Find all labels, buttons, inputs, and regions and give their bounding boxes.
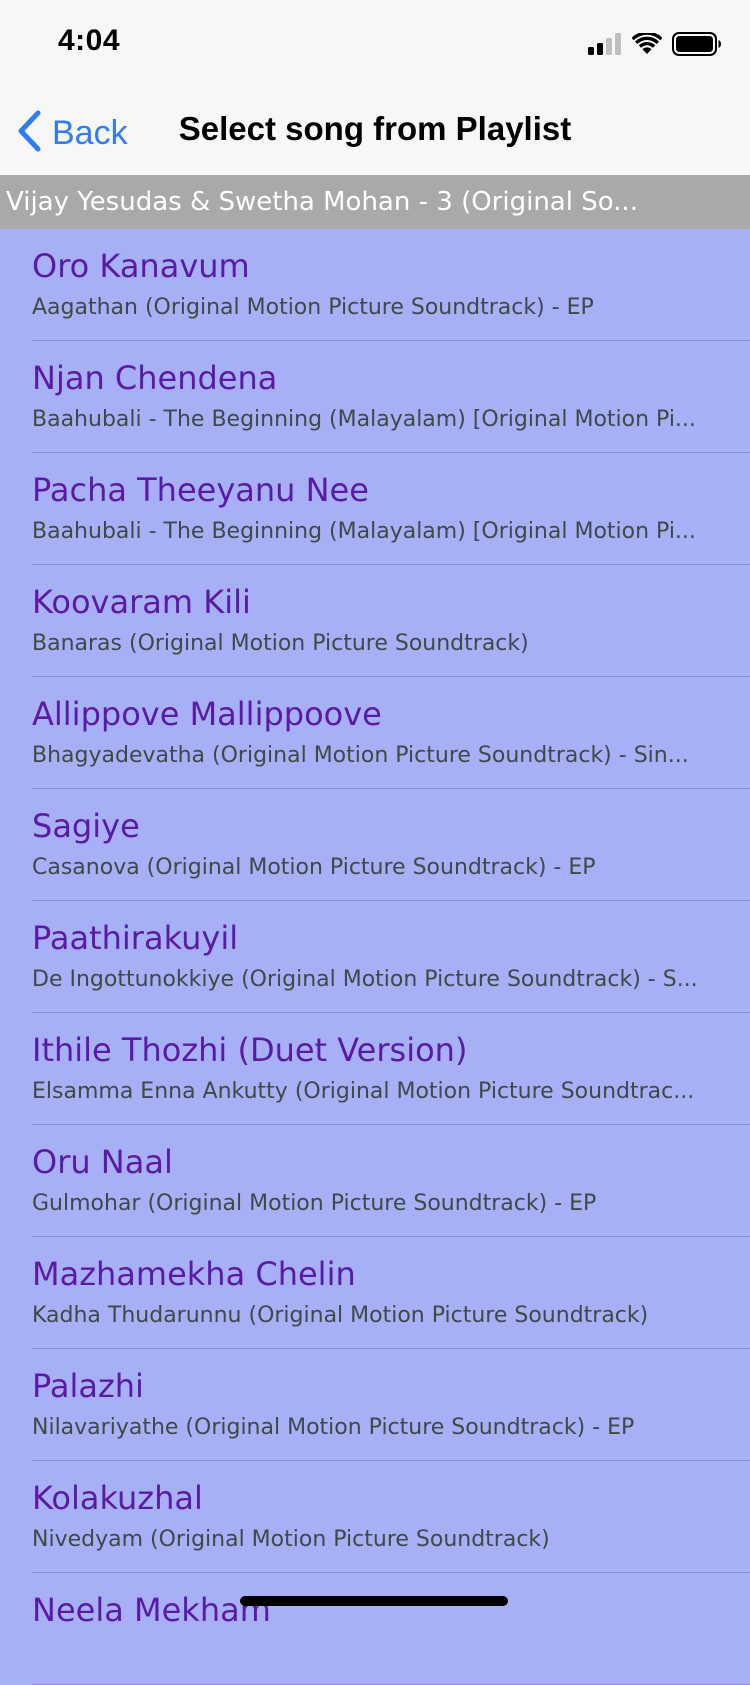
song-album: Aagathan (Original Motion Picture Soundt…: [32, 295, 594, 320]
song-title: Oro Kanavum: [32, 247, 250, 285]
song-album: Kadha Thudarunnu (Original Motion Pictur…: [32, 1303, 649, 1328]
song-title: Palazhi: [32, 1367, 144, 1405]
song-row[interactable]: Mazhamekha Chelin Kadha Thudarunnu (Orig…: [0, 1237, 750, 1349]
song-album: Nilavariyathe (Original Motion Picture S…: [32, 1415, 635, 1440]
home-indicator[interactable]: [240, 1596, 508, 1606]
navigation-bar: Back Select song from Playlist: [0, 90, 750, 176]
song-album: Elsamma Enna Ankutty (Original Motion Pi…: [32, 1079, 695, 1104]
status-time: 4:04: [58, 24, 121, 57]
song-row[interactable]: Oro Kanavum Aagathan (Original Motion Pi…: [0, 229, 750, 341]
playlist-section-header: Vijay Yesudas & Swetha Mohan - 3 (Origin…: [0, 175, 750, 229]
song-row[interactable]: Ithile Thozhi (Duet Version) Elsamma Enn…: [0, 1013, 750, 1125]
song-title: Paathirakuyil: [32, 919, 239, 957]
song-album: Casanova (Original Motion Picture Soundt…: [32, 855, 596, 880]
song-row[interactable]: Koovaram Kili Banaras (Original Motion P…: [0, 565, 750, 677]
song-row[interactable]: Neela Mekham: [0, 1573, 750, 1685]
song-title: Sagiye: [32, 807, 140, 845]
song-title: Kolakuzhal: [32, 1479, 203, 1517]
song-album: Bhagyadevatha (Original Motion Picture S…: [32, 743, 689, 768]
song-title: Koovaram Kili: [32, 583, 251, 621]
song-row[interactable]: Kolakuzhal Nivedyam (Original Motion Pic…: [0, 1461, 750, 1573]
status-bar: 4:04: [0, 0, 750, 90]
song-row[interactable]: Allippove Mallippoove Bhagyadevatha (Ori…: [0, 677, 750, 789]
song-title: Mazhamekha Chelin: [32, 1255, 356, 1293]
song-album: Nivedyam (Original Motion Picture Soundt…: [32, 1527, 550, 1552]
song-title: Ithile Thozhi (Duet Version): [32, 1031, 468, 1069]
song-row[interactable]: Paathirakuyil De Ingottunokkiye (Origina…: [0, 901, 750, 1013]
battery-icon: [672, 32, 722, 60]
song-row[interactable]: Oru Naal Gulmohar (Original Motion Pictu…: [0, 1125, 750, 1237]
song-album: De Ingottunokkiye (Original Motion Pictu…: [32, 967, 698, 992]
song-album: Banaras (Original Motion Picture Soundtr…: [32, 631, 529, 656]
song-title: Njan Chendena: [32, 359, 278, 397]
song-row[interactable]: Njan Chendena Baahubali - The Beginning …: [0, 341, 750, 453]
song-row[interactable]: Palazhi Nilavariyathe (Original Motion P…: [0, 1349, 750, 1461]
song-title: Allippove Mallippoove: [32, 695, 382, 733]
wifi-icon: [631, 31, 663, 59]
song-album: Baahubali - The Beginning (Malayalam) [O…: [32, 519, 696, 544]
song-album: Baahubali - The Beginning (Malayalam) [O…: [32, 407, 696, 432]
song-list: Oro Kanavum Aagathan (Original Motion Pi…: [0, 229, 750, 1685]
page-title: Select song from Playlist: [178, 110, 572, 147]
song-row[interactable]: Sagiye Casanova (Original Motion Picture…: [0, 789, 750, 901]
song-album: Gulmohar (Original Motion Picture Soundt…: [32, 1191, 597, 1216]
song-title: Oru Naal: [32, 1143, 173, 1181]
song-title: Pacha Theeyanu Nee: [32, 471, 369, 509]
song-row[interactable]: Pacha Theeyanu Nee Baahubali - The Begin…: [0, 453, 750, 565]
status-icons: [588, 31, 722, 60]
cellular-signal-icon: [588, 33, 622, 59]
